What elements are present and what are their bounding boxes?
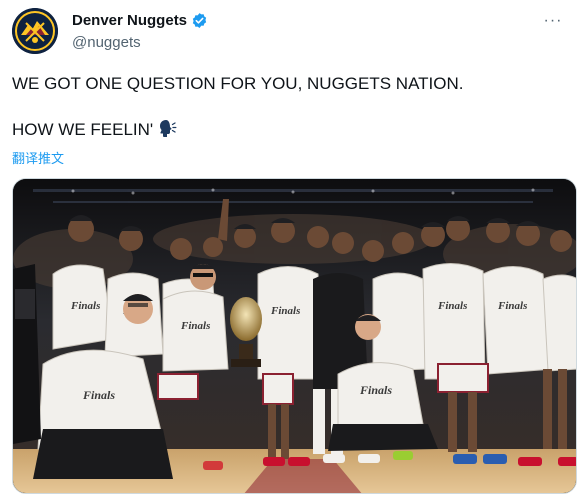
shirt-finals-text: Finals [359,383,392,397]
more-options-button[interactable]: ··· [540,8,566,34]
tweet-line-2-text: HOW WE FEELIN' [12,120,154,139]
display-name[interactable]: Denver Nuggets [72,12,187,29]
shirt-finals-text: Finals [180,320,210,332]
tweet-line-2: HOW WE FEELIN' [12,118,572,141]
shirt-finals-text: Finals [497,300,527,312]
tweet-line-1: WE GOT ONE QUESTION FOR YOU, NUGGETS NAT… [12,74,464,93]
shirt-finals-text: Finals [270,305,300,317]
account-handle[interactable]: @nuggets [72,34,141,51]
shirt-finals-text: Finals [82,388,115,402]
name-row: Denver Nuggets [72,12,208,29]
nuggets-logo-icon[interactable] [12,8,58,54]
team-celebration-photo: Finals Finals Finals Finals Finals Final… [13,179,576,493]
translate-post-link[interactable]: 翻译推文 [12,148,64,167]
shirt-finals-text: Finals [70,300,100,312]
more-horizontal-icon: ··· [543,12,563,29]
tweet-photo[interactable]: Finals Finals Finals Finals Finals Final… [12,178,577,494]
shirt-finals-text: Finals [437,300,467,312]
speaking-head-icon [157,118,177,144]
verified-badge-icon [191,12,208,29]
tweet-header: Denver Nuggets @nuggets ··· [12,8,572,56]
tweet-text: WE GOT ONE QUESTION FOR YOU, NUGGETS NAT… [12,72,572,141]
